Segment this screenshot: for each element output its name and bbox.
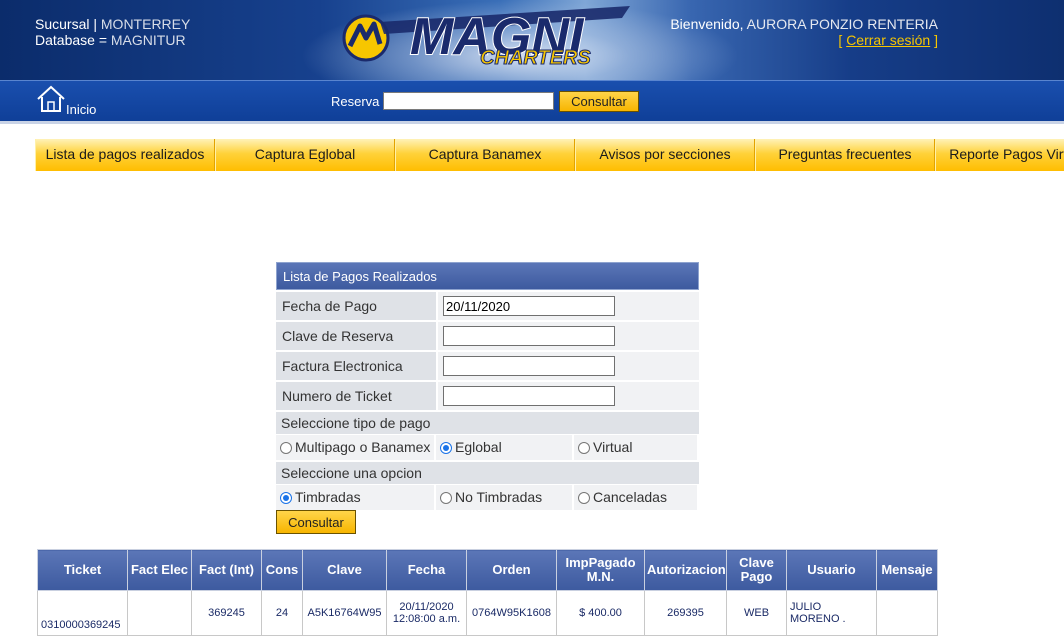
opcion-heading: Seleccione una opcion <box>276 462 699 484</box>
radio-label-virtual: Virtual <box>593 439 633 455</box>
ticket-label: Numero de Ticket <box>276 382 436 410</box>
fecha-label: Fecha de Pago <box>276 292 436 320</box>
radio-label-no-timbradas: No Timbradas <box>455 489 543 505</box>
radio-eglobal[interactable] <box>440 441 452 454</box>
cell-cons: 24 <box>261 590 303 636</box>
radio-multipago[interactable] <box>280 441 292 454</box>
magni-charters-logo: MAGNI CHARTERS <box>342 6 630 70</box>
col-fact-elec[interactable]: Fact Elec <box>127 549 192 591</box>
nav-avisos[interactable]: Avisos por secciones <box>575 139 755 171</box>
radio-no-timbradas[interactable] <box>440 491 452 504</box>
nav-captura-eglobal[interactable]: Captura Eglobal <box>215 139 395 171</box>
tipo-pago-group: Multipago o Banamex Eglobal Virtual <box>276 435 699 460</box>
cell-ticket: 0310000369245 <box>37 590 128 636</box>
fecha-input[interactable] <box>443 296 615 316</box>
nav-reporte-virtuales[interactable]: Reporte Pagos Virtuales <box>935 139 1064 171</box>
radio-virtual[interactable] <box>578 441 590 454</box>
branch-info: Sucursal | MONTERREY Database = MAGNITUR <box>35 16 190 48</box>
table-row[interactable]: 0310000369245 369245 24 A5K16764W95 20/1… <box>37 590 938 636</box>
cell-usuario: JULIO MORENO . <box>786 590 877 636</box>
cell-fact-elec <box>127 590 192 636</box>
col-fact-int[interactable]: Fact (Int) <box>191 549 262 591</box>
tipo-pago-heading: Seleccione tipo de pago <box>276 412 699 434</box>
database-value: MAGNITUR <box>110 32 186 48</box>
welcome-label: Bienvenido, <box>670 16 744 32</box>
col-mensaje[interactable]: Mensaje <box>876 549 938 591</box>
logout-link[interactable]: Cerrar sesión <box>846 32 930 48</box>
opcion-group: Timbradas No Timbradas Canceladas <box>276 485 699 510</box>
cell-orden: 0764W95K1608 <box>466 590 557 636</box>
clave-input[interactable] <box>443 326 615 346</box>
radio-option-timbradas[interactable]: Timbradas <box>276 485 434 510</box>
logo-sub-text: CHARTERS <box>480 47 591 69</box>
factura-input[interactable] <box>443 356 615 376</box>
search-form: Lista de Pagos Realizados Fecha de Pago … <box>276 262 699 510</box>
radio-label-canceladas: Canceladas <box>593 489 667 505</box>
clave-row: Clave de Reserva <box>276 322 699 350</box>
radio-option-eglobal[interactable]: Eglobal <box>436 435 572 460</box>
user-info: Bienvenido, AURORA PONZIO RENTERIA [ Cer… <box>670 16 938 48</box>
radio-label-multipago: Multipago o Banamex <box>295 439 431 455</box>
radio-timbradas[interactable] <box>280 491 292 504</box>
sucursal-label: Sucursal | <box>35 16 97 32</box>
form-title: Lista de Pagos Realizados <box>276 262 699 290</box>
col-fecha[interactable]: Fecha <box>386 549 467 591</box>
radio-option-virtual[interactable]: Virtual <box>574 435 697 460</box>
form-consultar-button[interactable]: Consultar <box>276 510 356 534</box>
factura-label: Factura Electronica <box>276 352 436 380</box>
factura-row: Factura Electronica <box>276 352 699 380</box>
user-name: AURORA PONZIO RENTERIA <box>746 16 938 32</box>
home-icon[interactable] <box>36 85 66 113</box>
clave-label: Clave de Reserva <box>276 322 436 350</box>
database-label: Database = <box>35 32 107 48</box>
radio-label-timbradas: Timbradas <box>295 489 361 505</box>
nav-captura-banamex[interactable]: Captura Banamex <box>395 139 575 171</box>
radio-option-no-timbradas[interactable]: No Timbradas <box>436 485 572 510</box>
ticket-input[interactable] <box>443 386 615 406</box>
col-clave[interactable]: Clave <box>302 549 387 591</box>
col-ticket[interactable]: Ticket <box>37 549 128 591</box>
cell-fecha: 20/11/2020 12:08:00 a.m. <box>386 590 467 636</box>
col-cons[interactable]: Cons <box>261 549 303 591</box>
col-orden[interactable]: Orden <box>466 549 557 591</box>
col-importe[interactable]: ImpPagado M.N. <box>556 549 645 591</box>
reserva-consultar-button[interactable]: Consultar <box>559 91 639 112</box>
nav-lista-pagos[interactable]: Lista de pagos realizados <box>35 139 215 171</box>
cell-clave-pago: WEB <box>726 590 787 636</box>
sucursal-value: MONTERREY <box>100 16 191 32</box>
cell-autorizacion: 269395 <box>644 590 727 636</box>
top-toolbar: Inicio Reserva Consultar <box>0 80 1064 124</box>
app-header: Sucursal | MONTERREY Database = MAGNITUR… <box>0 0 1064 80</box>
cell-clave: A5K16764W95 <box>302 590 387 636</box>
col-usuario[interactable]: Usuario <box>786 549 877 591</box>
radio-option-canceladas[interactable]: Canceladas <box>574 485 697 510</box>
cell-mensaje <box>876 590 938 636</box>
radio-label-eglobal: Eglobal <box>455 439 502 455</box>
main-nav: Lista de pagos realizados Captura Egloba… <box>35 139 1064 171</box>
logout-bracket-open: [ <box>838 32 843 48</box>
col-autorizacion[interactable]: Autorizacion <box>644 549 727 591</box>
payments-table: Ticket Fact Elec Fact (Int) Cons Clave F… <box>37 549 938 636</box>
cell-fact-int: 369245 <box>191 590 262 636</box>
table-header-row: Ticket Fact Elec Fact (Int) Cons Clave F… <box>37 549 938 591</box>
logout-bracket-close: ] <box>934 32 938 48</box>
home-link[interactable]: Inicio <box>66 102 96 117</box>
radio-option-multipago[interactable]: Multipago o Banamex <box>276 435 434 460</box>
col-clave-pago[interactable]: Clave Pago <box>726 549 787 591</box>
nav-preguntas[interactable]: Preguntas frecuentes <box>755 139 935 171</box>
reserva-input[interactable] <box>383 92 554 110</box>
radio-canceladas[interactable] <box>578 491 590 504</box>
ticket-row: Numero de Ticket <box>276 382 699 410</box>
fecha-row: Fecha de Pago <box>276 292 699 320</box>
reserva-label: Reserva <box>331 94 380 109</box>
cell-importe: $ 400.00 <box>556 590 645 636</box>
